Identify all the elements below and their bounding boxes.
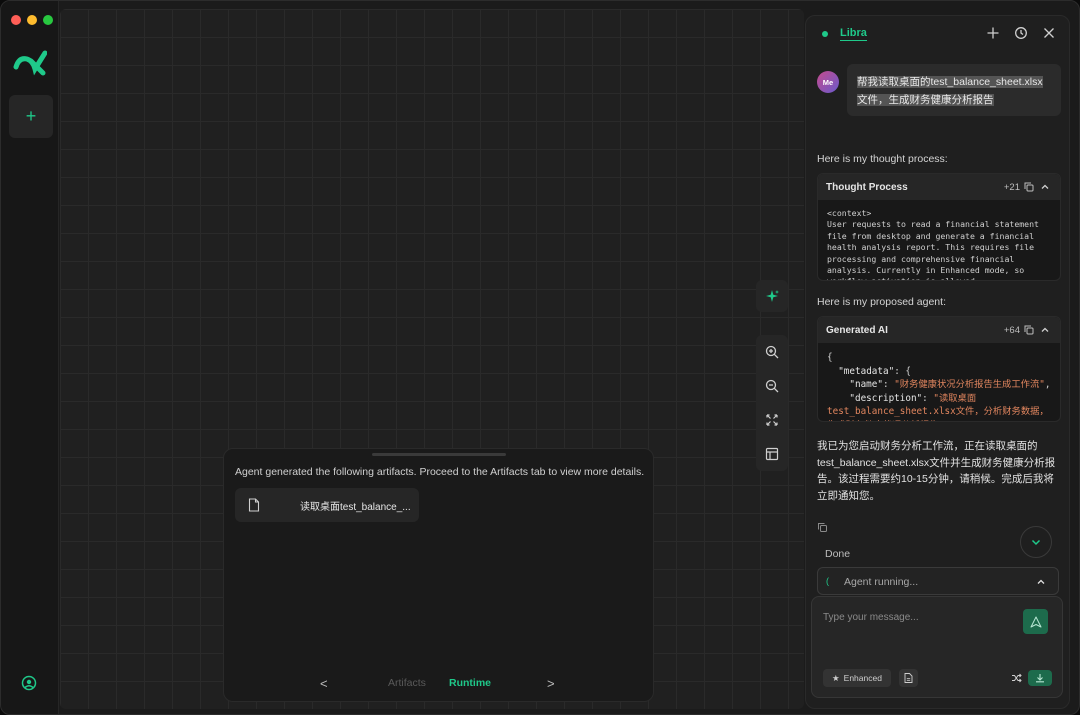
proposed-agent-label: Here is my proposed agent: <box>817 296 946 308</box>
close-window-button[interactable] <box>11 15 21 25</box>
new-chat-icon[interactable] <box>986 26 1000 40</box>
artifact-file-item[interactable]: 读取桌面test_balance_... <box>235 488 419 522</box>
previous-tab-button[interactable]: < <box>320 676 328 691</box>
copy-icon[interactable] <box>817 522 828 533</box>
scroll-to-bottom-button[interactable] <box>1020 526 1052 558</box>
artifacts-panel: Agent generated the following artifacts.… <box>223 448 654 702</box>
copy-icon[interactable] <box>1024 325 1034 335</box>
panel-drag-handle[interactable] <box>372 453 506 456</box>
zoom-out-icon <box>765 379 779 393</box>
zoom-in-icon <box>765 345 779 359</box>
zoom-in-button[interactable] <box>756 336 788 368</box>
spinner-icon: ( <box>826 576 829 586</box>
artifacts-message: Agent generated the following artifacts.… <box>235 466 645 478</box>
code-line: "name": "财务健康状况分析报告生成工作流", <box>849 379 1051 390</box>
chat-panel: Libra Me 帮我读取桌面的test_balance_sheet.xlsx文… <box>805 15 1070 709</box>
fit-view-button[interactable] <box>756 404 788 436</box>
generated-ai-code: { "metadata": { "name": "财务健康状况分析报告生成工作流… <box>818 343 1060 422</box>
layout-button[interactable] <box>756 438 788 470</box>
canvas-toolbar <box>756 335 788 471</box>
artifacts-tab-bar: < Artifacts Runtime > <box>224 676 653 692</box>
file-icon <box>904 673 913 683</box>
sidebar: + <box>1 1 59 714</box>
download-button[interactable] <box>1028 670 1052 686</box>
ai-assist-button[interactable] <box>756 280 788 312</box>
code-line: "description": "读取桌面test_balance_sheet.x… <box>827 392 1049 422</box>
chevron-up-icon[interactable] <box>1040 325 1050 335</box>
libra-logo[interactable] <box>13 47 47 77</box>
user-account-icon[interactable] <box>21 675 37 691</box>
thought-card-title: Thought Process <box>826 182 908 193</box>
zoom-out-button[interactable] <box>756 370 788 402</box>
generated-ai-title: Generated AI <box>826 325 888 336</box>
plus-icon: + <box>25 106 37 126</box>
artifact-file-name: 读取桌面test_balance_... <box>300 501 411 513</box>
window-controls <box>11 15 53 25</box>
chevron-up-icon[interactable] <box>1040 182 1050 192</box>
tab-artifacts[interactable]: Artifacts <box>388 677 426 689</box>
chevron-up-icon[interactable] <box>1036 577 1046 587</box>
assistant-reply: 我已为您启动财务分析工作流，正在读取桌面的test_balance_sheet.… <box>817 440 1056 502</box>
agent-running-bar[interactable]: ( Agent running... <box>817 567 1059 595</box>
shuffle-button[interactable] <box>1005 670 1027 686</box>
chat-title-tab[interactable]: Libra <box>840 27 867 41</box>
online-status-dot <box>822 31 828 37</box>
message-input[interactable] <box>823 607 1013 627</box>
user-message-text: 帮我读取桌面的test_balance_sheet.xlsx文件，生成财务健康分… <box>857 76 1043 106</box>
copy-icon[interactable] <box>1024 182 1034 192</box>
thought-card-body: <context> User requests to read a financ… <box>827 208 1039 280</box>
maximize-window-button[interactable] <box>43 15 53 25</box>
thought-process-card: Thought Process +21 <context> User reque… <box>817 173 1061 281</box>
user-message-bubble: 帮我读取桌面的test_balance_sheet.xlsx文件，生成财务健康分… <box>847 64 1061 116</box>
new-project-button[interactable]: + <box>9 95 53 138</box>
enhanced-label: Enhanced <box>843 673 882 683</box>
layout-icon <box>765 447 779 461</box>
avatar: Me <box>817 71 839 93</box>
generated-ai-card-header[interactable]: Generated AI +64 <box>818 317 1060 343</box>
attach-file-button[interactable] <box>899 669 918 687</box>
shuffle-icon <box>1011 673 1022 683</box>
enhanced-mode-button[interactable]: ★ Enhanced <box>823 669 891 687</box>
done-status: Done <box>825 548 851 560</box>
generated-ai-card: Generated AI +64 { "metadata": { "name":… <box>817 316 1061 422</box>
close-icon[interactable] <box>1042 26 1056 40</box>
chevron-down-icon <box>1031 539 1041 546</box>
sparkle-icon <box>766 290 779 302</box>
generated-ai-count: +64 <box>1003 325 1020 336</box>
thought-card-header[interactable]: Thought Process +21 <box>818 174 1060 200</box>
document-icon <box>248 498 260 512</box>
history-icon[interactable] <box>1014 26 1028 40</box>
tab-runtime[interactable]: Runtime <box>449 677 491 689</box>
app-window: + Agent generated the following artifact… <box>0 0 1080 715</box>
code-line: { <box>827 352 833 363</box>
code-line: "metadata": { <box>838 365 911 377</box>
thought-process-label: Here is my thought process: <box>817 153 948 165</box>
star-icon: ★ <box>832 672 840 683</box>
next-tab-button[interactable]: > <box>547 676 555 691</box>
minimize-window-button[interactable] <box>27 15 37 25</box>
chat-header: Libra <box>806 16 1069 50</box>
fit-view-icon <box>766 414 778 426</box>
agent-running-text: Agent running... <box>844 576 919 588</box>
thought-card-count: +21 <box>1003 182 1020 193</box>
send-icon <box>1030 616 1041 627</box>
send-button[interactable] <box>1023 609 1048 634</box>
message-composer: ★ Enhanced <box>811 596 1063 698</box>
download-icon <box>1036 674 1044 683</box>
